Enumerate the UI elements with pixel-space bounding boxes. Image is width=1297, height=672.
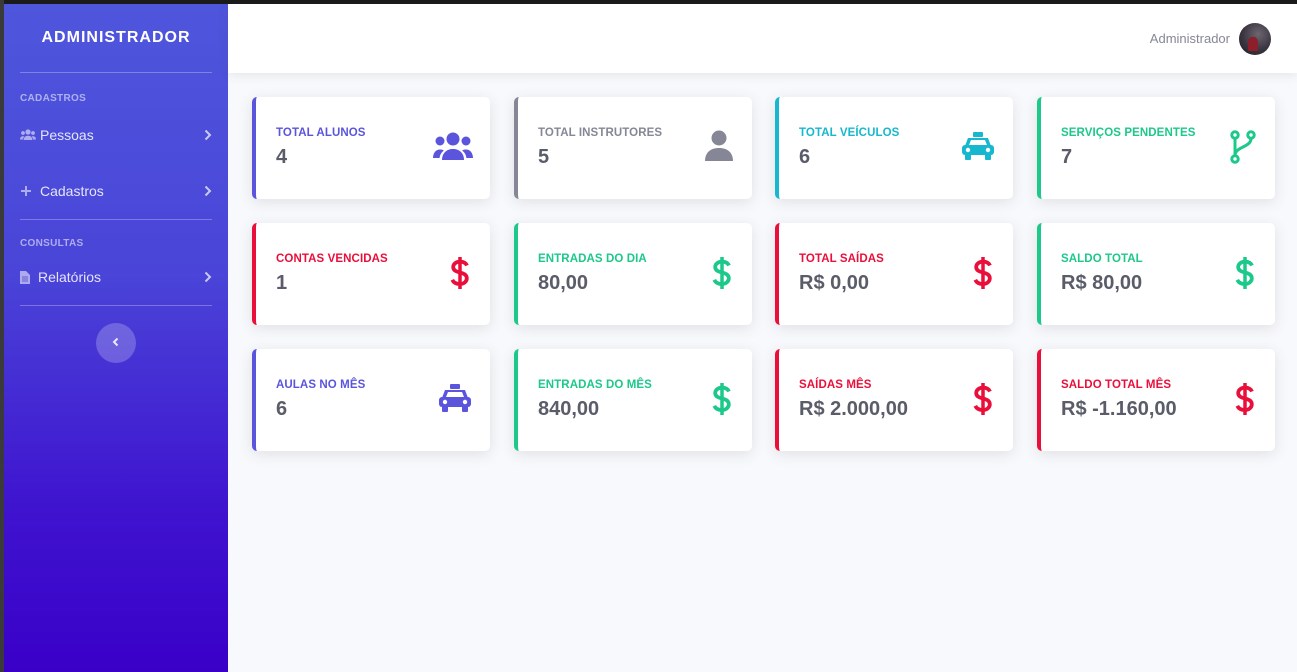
users-icon <box>20 129 40 141</box>
sidebar-toggle-button[interactable] <box>96 323 136 363</box>
card-title: SERVIÇOS PENDENTES <box>1061 127 1196 139</box>
card-value: 4 <box>276 146 288 168</box>
sidebar-heading-consultas: CONSULTAS <box>20 238 84 249</box>
card-title: CONTAS VENCIDAS <box>276 253 388 265</box>
card-title: AULAS NO MÊS <box>276 379 366 391</box>
dollar-icon <box>1235 382 1255 421</box>
card-title: SAÍDAS MÊS <box>799 379 872 391</box>
card-value: 80,00 <box>538 272 589 294</box>
card-value: 1 <box>276 272 288 294</box>
card-value: 5 <box>538 146 550 168</box>
code-branch-icon <box>1230 130 1256 169</box>
card-saidas-mes[interactable]: SAÍDAS MÊS R$ 2.000,00 <box>775 349 1013 451</box>
card-total-veiculos[interactable]: TOTAL VEÍCULOS 6 <box>775 97 1013 199</box>
sidebar-heading-cadastros: CADASTROS <box>20 93 87 104</box>
card-title: ENTRADAS DO DIA <box>538 253 647 265</box>
sidebar-item-pessoas[interactable]: Pessoas <box>4 107 228 163</box>
chevron-left-icon <box>112 334 120 352</box>
plus-icon <box>20 185 40 197</box>
card-title: TOTAL INSTRUTORES <box>538 127 663 139</box>
dollar-icon <box>450 256 470 295</box>
card-title: SALDO TOTAL MÊS <box>1061 379 1172 391</box>
card-value: R$ 2.000,00 <box>799 398 908 420</box>
sidebar-divider <box>20 219 212 220</box>
card-entradas-do-dia[interactable]: ENTRADAS DO DIA 80,00 <box>514 223 752 325</box>
dollar-icon <box>1235 256 1255 295</box>
dollar-icon <box>973 256 993 295</box>
sidebar-item-relatorios[interactable]: Relatórios <box>4 249 228 305</box>
card-saldo-total-mes[interactable]: SALDO TOTAL MÊS R$ -1.160,00 <box>1037 349 1275 451</box>
sidebar-divider <box>20 305 212 306</box>
users-icon <box>433 132 473 165</box>
card-saldo-total[interactable]: SALDO TOTAL R$ 80,00 <box>1037 223 1275 325</box>
card-value: 840,00 <box>538 398 600 420</box>
card-value: 6 <box>799 146 811 168</box>
card-servicos-pendentes[interactable]: SERVIÇOS PENDENTES 7 <box>1037 97 1275 199</box>
card-value: R$ -1.160,00 <box>1061 398 1177 420</box>
sidebar-item-label: Relatórios <box>38 269 102 285</box>
chevron-right-icon <box>200 271 212 283</box>
card-title: TOTAL ALUNOS <box>276 127 366 139</box>
card-total-instrutores[interactable]: TOTAL INSTRUTORES 5 <box>514 97 752 199</box>
card-title: SALDO TOTAL <box>1061 253 1143 265</box>
taxi-icon <box>439 384 471 417</box>
sidebar-brand[interactable]: ADMINISTRADOR <box>4 4 228 72</box>
card-total-alunos[interactable]: TOTAL ALUNOS 4 <box>252 97 490 199</box>
taxi-icon <box>962 132 994 165</box>
card-value: R$ 80,00 <box>1061 272 1143 294</box>
chevron-right-icon <box>200 129 212 141</box>
user-name[interactable]: Administrador <box>1150 31 1230 46</box>
user-icon <box>705 130 733 167</box>
topbar: Administrador <box>228 4 1297 73</box>
card-total-saidas[interactable]: TOTAL SAÍDAS R$ 0,00 <box>775 223 1013 325</box>
chevron-right-icon <box>200 185 212 197</box>
card-aulas-no-mes[interactable]: AULAS NO MÊS 6 <box>252 349 490 451</box>
avatar[interactable] <box>1239 22 1271 55</box>
dollar-icon <box>712 382 732 421</box>
card-contas-vencidas[interactable]: CONTAS VENCIDAS 1 <box>252 223 490 325</box>
card-value: 6 <box>276 398 288 420</box>
dollar-icon <box>712 256 732 295</box>
sidebar-item-label: Cadastros <box>40 183 104 199</box>
file-icon <box>20 270 38 284</box>
card-title: TOTAL SAÍDAS <box>799 253 884 265</box>
card-title: TOTAL VEÍCULOS <box>799 127 900 139</box>
card-title: ENTRADAS DO MÊS <box>538 379 652 391</box>
sidebar-item-cadastros[interactable]: Cadastros <box>4 163 228 219</box>
card-value: R$ 0,00 <box>799 272 870 294</box>
card-value: 7 <box>1061 146 1073 168</box>
card-entradas-do-mes[interactable]: ENTRADAS DO MÊS 840,00 <box>514 349 752 451</box>
sidebar: ADMINISTRADOR CADASTROS Pessoas Cadastro… <box>4 4 228 672</box>
sidebar-divider <box>20 72 212 73</box>
sidebar-item-label: Pessoas <box>40 127 94 143</box>
dollar-icon <box>973 382 993 421</box>
